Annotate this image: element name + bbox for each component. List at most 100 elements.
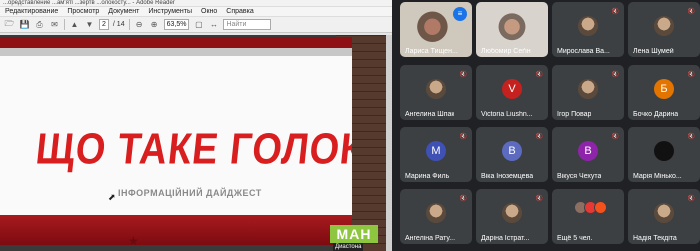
zoom-in-icon[interactable]: ⊕ — [149, 19, 160, 30]
star-icon: ★ — [128, 234, 139, 245]
participant-name: Ещё 5 чел. — [557, 235, 593, 242]
menu-edit[interactable]: Редактирование — [5, 7, 58, 16]
zoom-out-icon[interactable]: ⊖ — [134, 19, 145, 30]
page-total: / 14 — [112, 21, 125, 28]
mic-off-icon: 🔇 — [611, 134, 619, 140]
avatar — [654, 16, 674, 37]
mic-off-icon: 🔇 — [687, 134, 695, 140]
toolbar-separator — [64, 19, 65, 30]
participant-tile[interactable]: 🔇 Даріна Істрат... — [476, 189, 548, 244]
mic-off-icon: 🔇 — [611, 72, 619, 78]
toolbar-separator — [128, 19, 130, 30]
participant-tile[interactable]: Ещё 5 чел. — [552, 189, 624, 244]
toolbar: 🗁 💾 ⎙ ✉ ▲ ▼ 2 / 14 ⊖ ⊕ 63,5% ▢ ↔ Найти — [0, 17, 392, 33]
participant-name: Victoria Liushn... — [481, 111, 533, 118]
mic-off-icon: 🔇 — [535, 196, 543, 202]
vertical-scrollbar[interactable] — [386, 35, 392, 251]
participant-tile[interactable]: М 🔇 Марина Филь — [400, 127, 472, 182]
avatar — [578, 16, 598, 37]
participant-tile[interactable]: В 🔇 Віка Іноземцева — [476, 127, 548, 182]
menu-help[interactable]: Справка — [226, 7, 253, 16]
participant-name: Надія Текдіта — [633, 235, 677, 242]
more-participants-avatars — [574, 201, 607, 214]
avatar — [426, 79, 446, 100]
participant-tile[interactable]: В 🔇 Вікуся Чехута — [552, 127, 624, 182]
next-page-icon[interactable]: ▼ — [84, 19, 95, 30]
fit-page-icon[interactable]: ▢ — [193, 19, 204, 30]
avatar — [654, 141, 674, 162]
participant-name: Віка Іноземцева — [481, 173, 534, 180]
participant-tile[interactable]: 🔇 Ангеліна Рату... — [400, 189, 472, 244]
open-folder-icon[interactable]: 🗁 — [4, 19, 15, 30]
participant-tile[interactable]: 🔇 Ігор Повар — [552, 65, 624, 120]
slide-footer-stripe — [0, 215, 352, 245]
participant-name: Марина Филь — [405, 173, 450, 180]
participant-name: Даріна Істрат... — [481, 235, 530, 242]
participant-tile[interactable]: Любомир Сеґін — [476, 2, 548, 57]
participant-tile[interactable]: 🔇 Ангелина Шпак — [400, 65, 472, 120]
participant-tile[interactable]: 🔇 Лена Шумей — [628, 2, 700, 57]
prev-page-icon[interactable]: ▲ — [69, 19, 80, 30]
pdf-viewer-window: ...оредставление ...ам'яті ...зертв ...о… — [0, 0, 392, 251]
participant-name: Ангелина Шпак — [405, 111, 455, 118]
slide-title: ЩО ТАКЕ ГОЛОКОСТ? — [33, 125, 352, 175]
participant-name: Бочко Дарина — [633, 111, 679, 118]
participant-name: Любомир Сеґін — [481, 48, 531, 55]
mic-off-icon: 🔇 — [687, 9, 695, 15]
participant-name: Вікуся Чехута — [557, 173, 602, 180]
avatar — [426, 203, 446, 224]
page-number-input[interactable]: 2 — [99, 19, 109, 30]
man-logo: МАН — [330, 225, 378, 243]
avatar: В — [578, 141, 598, 162]
avatar — [578, 79, 598, 100]
mouse-cursor-icon: ⬈ — [108, 192, 116, 202]
menu-window[interactable]: Окно — [201, 7, 217, 16]
menu-bar: Редактирование Просмотр Документ Инструм… — [0, 7, 392, 17]
avatar: Б — [654, 79, 674, 100]
find-input[interactable]: Найти — [223, 19, 272, 30]
avatar: М — [426, 141, 446, 162]
zoom-input[interactable]: 63,5% — [163, 19, 190, 30]
menu-document[interactable]: Документ — [108, 7, 139, 16]
participant-name: Мирослава Ва... — [557, 48, 610, 55]
mic-off-icon: 🔇 — [687, 72, 695, 78]
participant-name: Лена Шумей — [633, 48, 674, 55]
print-icon[interactable]: ⎙ — [34, 19, 45, 30]
fit-width-icon[interactable]: ↔ — [208, 19, 219, 30]
participant-name: Лариса Тищен... — [405, 48, 458, 55]
email-icon[interactable]: ✉ — [49, 19, 60, 30]
avatar: V — [502, 79, 522, 100]
mic-off-icon: 🔇 — [459, 72, 467, 78]
menu-tools[interactable]: Инструменты — [148, 7, 192, 16]
mic-off-icon: 🔇 — [459, 134, 467, 140]
slide-subtitle: ІНФОРМАЦІЙНИЙ ДАЙДЖЕСТ — [118, 188, 262, 198]
participant-name: Ігор Повар — [557, 111, 592, 118]
mic-off-icon: 🔇 — [535, 72, 543, 78]
presenter-name: Диастона — [333, 243, 364, 251]
speaking-indicator-icon: ≡ — [453, 7, 467, 21]
screen: ...оредставление ...ам'яті ...зертв ...о… — [0, 0, 700, 251]
participant-tile[interactable]: 🔇 Марія Мінько... — [628, 127, 700, 182]
participant-name: Марія Мінько... — [633, 173, 682, 180]
mic-off-icon: 🔇 — [687, 196, 695, 202]
avatar — [594, 201, 607, 214]
avatar — [502, 203, 522, 224]
participant-grid: ≡ Лариса Тищен... Любомир Сеґін 🔇 Мирослава … — [396, 0, 700, 251]
document-area[interactable]: ЩО ТАКЕ ГОЛОКОСТ? ІНФОРМАЦІЙНИЙ ДАЙДЖЕСТ… — [0, 35, 392, 251]
participant-tile[interactable]: ≡ Лариса Тищен... — [400, 2, 472, 57]
slide-header-band — [0, 48, 352, 56]
participant-tile[interactable]: 🔇 Надія Текдіта — [628, 189, 700, 244]
mic-off-icon: 🔇 — [535, 134, 543, 140]
participant-name: Ангеліна Рату... — [405, 235, 456, 242]
slide-page: ЩО ТАКЕ ГОЛОКОСТ? ІНФОРМАЦІЙНИЙ ДАЙДЖЕСТ… — [0, 37, 352, 245]
avatar: В — [502, 141, 522, 162]
participant-tile[interactable]: 🔇 Мирослава Ва... — [552, 2, 624, 57]
save-icon[interactable]: 💾 — [19, 19, 30, 30]
participant-tile[interactable]: V 🔇 Victoria Liushn... — [476, 65, 548, 120]
avatar — [654, 203, 674, 224]
mic-off-icon: 🔇 — [459, 196, 467, 202]
slide-header-stripe — [0, 37, 352, 48]
mic-off-icon: 🔇 — [611, 9, 619, 15]
participant-tile[interactable]: Б 🔇 Бочко Дарина — [628, 65, 700, 120]
menu-view[interactable]: Просмотр — [67, 7, 99, 16]
